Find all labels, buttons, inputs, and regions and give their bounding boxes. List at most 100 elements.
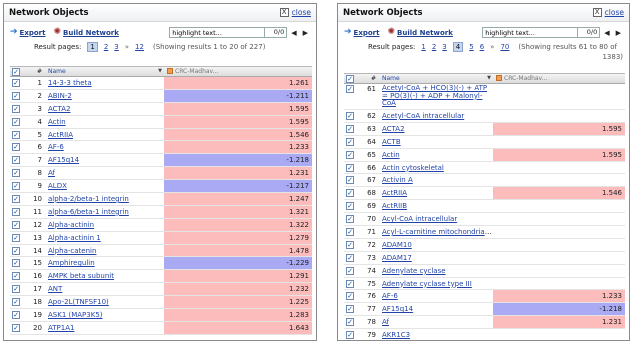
object-name-link[interactable]: Adenylate cyclase — [382, 267, 446, 275]
row-checkbox[interactable]: ✓ — [346, 292, 354, 301]
build-network-button[interactable]: ✺ Build Network — [387, 28, 452, 37]
row-checkbox[interactable]: ✓ — [12, 169, 20, 178]
object-name-link[interactable]: ActRIIB — [382, 202, 407, 210]
row-checkbox[interactable]: ✓ — [12, 91, 20, 100]
object-name-link[interactable]: ALDX — [48, 182, 67, 190]
build-network-button[interactable]: ✺ Build Network — [53, 28, 118, 37]
object-name-link[interactable]: ATP1A1 — [48, 324, 74, 332]
prev-match-icon[interactable]: ◀ — [602, 29, 611, 37]
object-name-link[interactable]: Acetyl-CoA + HCO(3)(-) + ATP = PO(3)(-) … — [382, 85, 487, 107]
page-link[interactable]: 70 — [500, 43, 509, 51]
object-name-link[interactable]: ActRIIA — [382, 189, 407, 197]
object-name-link[interactable]: AF15q14 — [48, 156, 79, 164]
object-name-link[interactable]: Actin cytoskeletal — [382, 164, 444, 172]
row-checkbox[interactable]: ✓ — [346, 279, 354, 288]
row-checkbox[interactable]: ✓ — [12, 285, 20, 294]
row-checkbox[interactable]: ✓ — [346, 124, 354, 133]
row-checkbox[interactable]: ✓ — [346, 189, 354, 198]
highlight-text-input[interactable] — [169, 27, 266, 38]
row-checkbox[interactable]: ✓ — [12, 130, 20, 139]
next-match-icon[interactable]: ▶ — [301, 29, 310, 37]
object-name-link[interactable]: ASK1 (MAP3K5) — [48, 311, 103, 319]
page-link[interactable]: 2 — [432, 43, 436, 51]
row-checkbox[interactable]: ✓ — [12, 156, 20, 165]
object-name-link[interactable]: AF15q14 — [382, 305, 413, 313]
row-checkbox[interactable]: ✓ — [12, 259, 20, 268]
close-control[interactable]: Xclose — [279, 8, 311, 17]
object-name-link[interactable]: Alpha-actinin — [48, 221, 94, 229]
col-header-value[interactable]: CRC-Madhav... — [493, 74, 625, 83]
row-checkbox[interactable]: ✓ — [12, 272, 20, 281]
row-checkbox[interactable]: ✓ — [346, 240, 354, 249]
object-name-link[interactable]: ACTA2 — [48, 105, 71, 113]
close-link[interactable]: close — [605, 8, 624, 17]
page-link[interactable]: 12 — [135, 43, 144, 51]
object-name-link[interactable]: Amphiregulin — [48, 259, 95, 267]
row-checkbox[interactable]: ✓ — [12, 298, 20, 307]
row-checkbox[interactable]: ✓ — [12, 220, 20, 229]
row-checkbox[interactable]: ✓ — [12, 78, 20, 87]
object-name-link[interactable]: Af — [48, 169, 55, 177]
object-name-link[interactable]: Actin — [48, 118, 66, 126]
object-name-link[interactable]: Alpha-catenin — [48, 247, 96, 255]
next-match-icon[interactable]: ▶ — [614, 29, 623, 37]
object-name-link[interactable]: Alpha-actinin 1 — [48, 234, 101, 242]
object-name-link[interactable]: ACTB — [382, 138, 401, 146]
page-link[interactable]: 3 — [114, 43, 118, 51]
object-name-link[interactable]: Acyl-L-carnitine mitochondrial matrix — [382, 228, 493, 236]
close-icon[interactable]: X — [592, 8, 602, 17]
prev-match-icon[interactable]: ◀ — [289, 29, 298, 37]
row-checkbox[interactable]: ✓ — [346, 202, 354, 211]
object-name-link[interactable]: Apo-2L(TNFSF10) — [48, 298, 109, 306]
col-header-name[interactable]: Name ▼ — [46, 68, 164, 75]
col-header-name[interactable]: Name ▼ — [380, 75, 493, 82]
col-header-value[interactable]: CRC-Madhav... — [164, 67, 312, 76]
object-name-link[interactable]: ADAM10 — [382, 241, 412, 249]
object-name-link[interactable]: ADAM17 — [382, 254, 412, 262]
row-checkbox[interactable]: ✓ — [346, 227, 354, 236]
object-name-link[interactable]: AMPK beta subunit — [48, 272, 114, 280]
col-header-number[interactable]: # — [22, 68, 46, 75]
row-checkbox[interactable]: ✓ — [346, 137, 354, 146]
row-checkbox[interactable]: ✓ — [346, 318, 354, 327]
row-checkbox[interactable]: ✓ — [346, 266, 354, 275]
col-header-number[interactable]: # — [356, 75, 380, 82]
row-checkbox[interactable]: ✓ — [12, 323, 20, 332]
row-checkbox[interactable]: ✓ — [12, 246, 20, 255]
row-checkbox[interactable]: ✓ — [12, 310, 20, 319]
highlight-text-input[interactable] — [482, 27, 579, 38]
object-name-link[interactable]: Acetyl-CoA intracellular — [382, 112, 464, 120]
export-button[interactable]: ➔ Export — [344, 28, 379, 37]
object-name-link[interactable]: ActRIIA — [48, 131, 73, 139]
object-name-link[interactable]: Actin — [382, 151, 400, 159]
object-name-link[interactable]: Acyl-CoA intracellular — [382, 215, 457, 223]
close-icon[interactable]: X — [279, 8, 289, 17]
object-name-link[interactable]: ACTA2 — [382, 125, 405, 133]
row-checkbox[interactable]: ✓ — [12, 233, 20, 242]
page-link[interactable]: 3 — [442, 43, 446, 51]
row-checkbox[interactable]: ✓ — [346, 176, 354, 185]
object-name-link[interactable]: ANT — [48, 285, 62, 293]
object-name-link[interactable]: 14-3-3 theta — [48, 79, 92, 87]
close-control[interactable]: Xclose — [592, 8, 624, 17]
page-link[interactable]: 1 — [421, 43, 425, 51]
row-checkbox[interactable]: ✓ — [346, 253, 354, 262]
page-link[interactable]: 2 — [104, 43, 108, 51]
object-name-link[interactable]: alpha-6/beta-1 integrin — [48, 208, 129, 216]
row-checkbox[interactable]: ✓ — [346, 305, 354, 314]
row-checkbox[interactable]: ✓ — [12, 117, 20, 126]
object-name-link[interactable]: alpha-2/beta-1 integrin — [48, 195, 129, 203]
row-checkbox[interactable]: ✓ — [12, 182, 20, 191]
object-name-link[interactable]: Activin A — [382, 176, 413, 184]
close-link[interactable]: close — [292, 8, 311, 17]
row-checkbox[interactable]: ✓ — [12, 207, 20, 216]
object-name-link[interactable]: AF-6 — [382, 292, 398, 300]
object-name-link[interactable]: AKR1C3 — [382, 331, 410, 339]
select-all-checkbox[interactable]: ✓ — [12, 67, 20, 76]
page-link[interactable]: 4 — [452, 41, 464, 52]
row-checkbox[interactable]: ✓ — [346, 150, 354, 159]
select-all-checkbox[interactable]: ✓ — [346, 74, 354, 83]
row-checkbox[interactable]: ✓ — [346, 331, 354, 340]
row-checkbox[interactable]: ✓ — [12, 194, 20, 203]
object-name-link[interactable]: Af — [382, 318, 389, 326]
